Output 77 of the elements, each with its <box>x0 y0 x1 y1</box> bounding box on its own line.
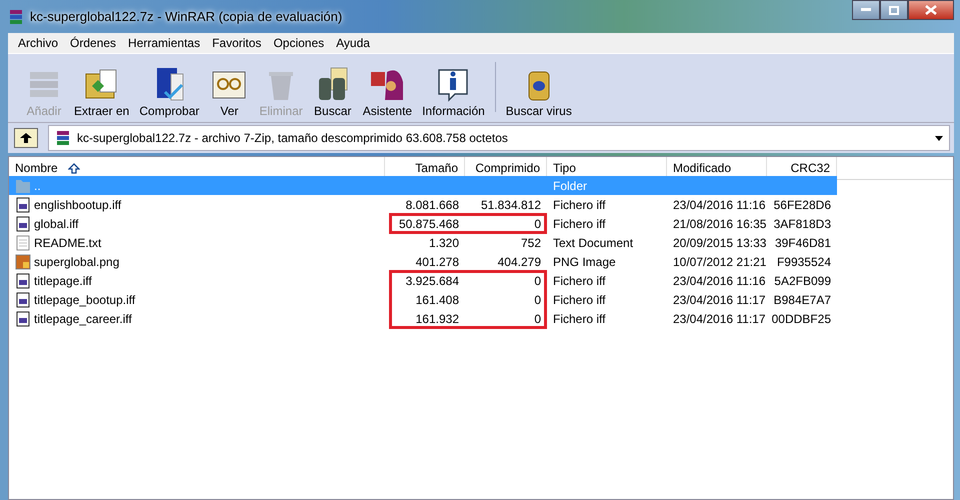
file-size: 3.925.684 <box>406 274 459 288</box>
text-file-icon <box>15 234 31 250</box>
toolbar-button[interactable]: Ver <box>205 64 254 118</box>
window-title: kc-superglobal122.7z - WinRAR (copia de evaluación) <box>30 9 342 24</box>
file-name[interactable]: titlepage_career.iff <box>34 312 132 326</box>
packed-size: 404.279 <box>498 254 541 268</box>
modified-date: 23/04/2016 11:16 <box>673 198 766 212</box>
packed-size: 51.834.812 <box>480 198 541 212</box>
file-type: PNG Image <box>553 254 616 268</box>
image-file-icon <box>15 254 31 270</box>
toolbar-button[interactable]: Buscar virus <box>502 64 576 118</box>
file-type: Fichero iff <box>553 198 606 212</box>
packed-size: 0 <box>534 312 541 326</box>
menu-item[interactable]: Órdenes <box>64 35 122 51</box>
file-size: 161.408 <box>416 292 459 306</box>
file-type: Fichero iff <box>553 274 606 288</box>
menu-item[interactable]: Herramientas <box>122 35 206 51</box>
close-button[interactable] <box>908 0 954 20</box>
file-type: Fichero iff <box>553 312 606 326</box>
modified-date: 21/08/2016 16:35 <box>673 216 766 230</box>
file-name[interactable]: titlepage.iff <box>34 274 92 288</box>
maximize-button[interactable] <box>880 0 908 20</box>
packed-size: 752 <box>520 236 541 250</box>
crc-value: 39F46D81 <box>774 236 831 250</box>
books-icon <box>8 8 24 24</box>
up-arrow-icon <box>20 133 32 143</box>
dropdown-icon <box>935 136 943 140</box>
packed-size: 0 <box>534 274 541 288</box>
file-size: 8.081.668 <box>406 198 459 212</box>
modified-date: 20/09/2015 13:33 <box>673 236 766 250</box>
menu-item[interactable]: Opciones <box>267 35 330 51</box>
modified-date: 23/04/2016 11:17 <box>673 292 766 306</box>
modified-date: 10/07/2012 21:21 <box>673 254 766 268</box>
file-icon <box>15 196 31 212</box>
file-name[interactable]: titlepage_bootup.iff <box>34 292 136 306</box>
crc-value: 00DDBF25 <box>772 312 831 326</box>
menu-item[interactable]: Favoritos <box>206 35 268 51</box>
toolbar-button[interactable]: Buscar <box>308 64 357 118</box>
close-icon <box>925 5 937 15</box>
file-icon <box>15 292 31 308</box>
file-icon <box>15 310 31 326</box>
file-name[interactable]: README.txt <box>34 236 102 250</box>
menu-item[interactable]: Ayuda <box>330 35 376 51</box>
books-icon <box>55 130 71 146</box>
file-size: 1.320 <box>428 236 459 250</box>
toolbar-button[interactable]: Comprobar <box>135 64 204 118</box>
file-size: 161.932 <box>416 312 459 326</box>
crc-value: 5A2FB099 <box>774 274 831 288</box>
file-name[interactable]: englishbootup.iff <box>34 198 122 212</box>
file-size: 401.278 <box>416 254 459 268</box>
toolbar-button[interactable]: Extraer en <box>70 64 134 118</box>
maximize-icon <box>889 6 899 14</box>
file-type: Fichero iff <box>553 216 606 230</box>
file-name[interactable]: superglobal.png <box>34 254 120 268</box>
sort-arrow-icon <box>68 162 80 174</box>
file-size: 50.875.468 <box>398 216 459 230</box>
minimize-button[interactable] <box>852 0 880 20</box>
crc-value: 3AF818D3 <box>774 216 831 230</box>
file-name[interactable]: global.iff <box>34 216 78 230</box>
toolbar-button[interactable]: Información <box>418 64 489 118</box>
crc-value: F9935524 <box>776 254 831 268</box>
menu-item[interactable]: Archivo <box>12 35 64 51</box>
file-type: Text Document <box>553 236 634 250</box>
address-field[interactable]: kc-superglobal122.7z - archivo 7-Zip, tamaño descomprimido 63.608.758 octetos <box>48 125 950 151</box>
up-folder-button[interactable] <box>14 128 38 148</box>
packed-size: 0 <box>534 216 541 230</box>
toolbar-button[interactable]: Asistente <box>358 64 416 118</box>
crc-value: 56FE28D6 <box>774 198 831 212</box>
modified-date: 23/04/2016 11:16 <box>673 274 766 288</box>
modified-date: 23/04/2016 11:17 <box>673 312 766 326</box>
crc-value: B984E7A7 <box>774 292 831 306</box>
packed-size: 0 <box>534 292 541 306</box>
file-icon <box>15 272 31 288</box>
file-type: Fichero iff <box>553 292 606 306</box>
file-type: Folder <box>553 178 588 192</box>
minimize-icon <box>861 8 871 12</box>
file-icon <box>15 216 31 232</box>
